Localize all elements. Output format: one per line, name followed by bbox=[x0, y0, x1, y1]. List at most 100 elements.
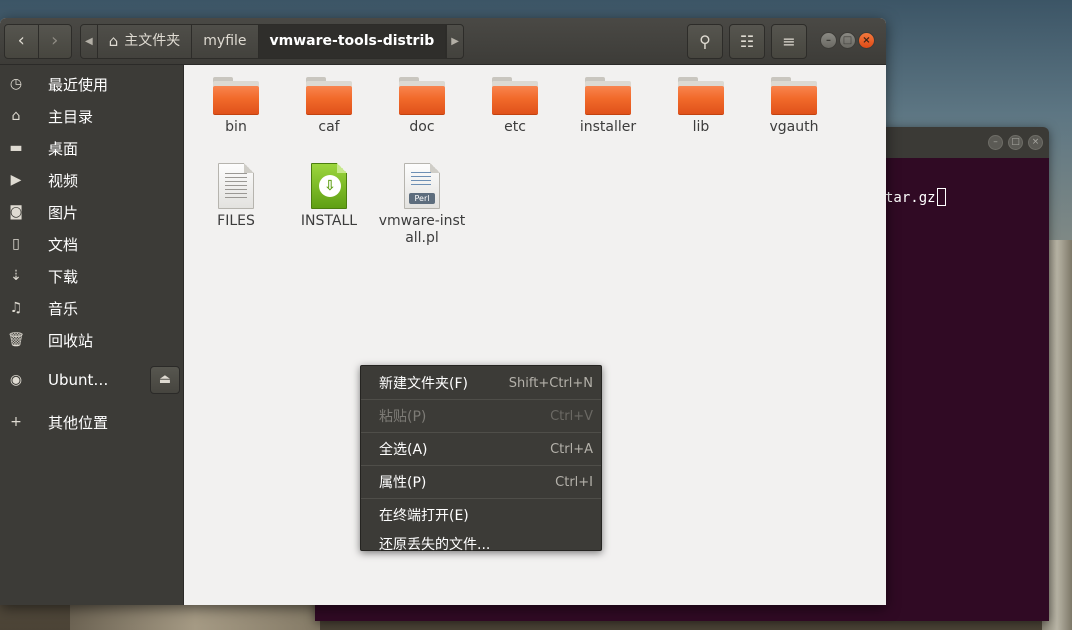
plus-icon: + bbox=[10, 414, 22, 430]
desktop-folder-icon: ▬ bbox=[9, 140, 23, 156]
forward-button[interactable]: › bbox=[37, 25, 72, 58]
chevron-left-icon: ‹ bbox=[17, 30, 25, 51]
breadcrumb: ◀ ⌂ 主文件夹 myfile vmware-tools-distrib ▶ bbox=[80, 24, 464, 59]
terminal-minimize-button[interactable]: – bbox=[988, 135, 1003, 150]
sidebar-item-label: Ubunt… bbox=[48, 371, 109, 389]
sidebar-item-label: 其他位置 bbox=[48, 413, 109, 432]
history-nav: ‹ › bbox=[4, 24, 72, 59]
file-name: bin bbox=[225, 119, 247, 135]
disc-icon: ◉ bbox=[9, 372, 23, 388]
download-arrow-icon: ⇩ bbox=[319, 175, 341, 197]
sidebar-item-other-locations[interactable]: + 其他位置 bbox=[0, 407, 184, 437]
sidebar-item-ubuntu-disc[interactable]: ◉ Ubunt… ⏏ bbox=[0, 365, 184, 395]
menu-item-properties[interactable]: 属性(P) Ctrl+I bbox=[361, 467, 601, 497]
clock-icon: ◷ bbox=[9, 76, 23, 92]
sidebar-item-documents[interactable]: ▯ 文档 bbox=[0, 229, 184, 259]
camera-icon: ◙ bbox=[9, 204, 23, 220]
sidebar-item-desktop[interactable]: ▬ 桌面 bbox=[0, 133, 184, 163]
menu-item-label: 还原丢失的文件... bbox=[379, 537, 491, 553]
sidebar-item-videos[interactable]: ▶ 视频 bbox=[0, 165, 184, 195]
breadcrumb-home[interactable]: ⌂ 主文件夹 bbox=[98, 25, 193, 58]
minimize-button[interactable]: – bbox=[820, 32, 837, 49]
file-item-etc[interactable]: etc bbox=[470, 77, 560, 136]
sidebar-item-label: 音乐 bbox=[48, 299, 79, 318]
search-button[interactable]: ⚲ bbox=[687, 24, 723, 59]
menu-item-label: 全选(A) bbox=[379, 442, 428, 458]
triangle-right-icon: ▶ bbox=[451, 36, 459, 47]
sidebar-item-label: 下载 bbox=[48, 267, 79, 286]
file-item-installer[interactable]: installer bbox=[563, 77, 653, 136]
file-item-doc[interactable]: doc bbox=[377, 77, 467, 136]
view-toggle-button[interactable]: ☷ bbox=[729, 24, 765, 59]
sidebar-item-music[interactable]: ♫ 音乐 bbox=[0, 293, 184, 323]
menu-item-label: 属性(P) bbox=[379, 475, 427, 491]
file-name: etc bbox=[504, 119, 526, 135]
pathbar-scroll-left-button[interactable]: ◀ bbox=[81, 25, 98, 58]
document-icon: ▯ bbox=[12, 236, 20, 252]
maximize-button[interactable]: □ bbox=[839, 32, 856, 49]
file-name: installer bbox=[579, 119, 637, 135]
file-item-files[interactable]: FILES bbox=[191, 163, 281, 230]
file-item-bin[interactable]: bin bbox=[191, 77, 281, 136]
menu-item-paste[interactable]: 粘贴(P) Ctrl+V bbox=[361, 401, 601, 431]
menu-item-restore-missing-files[interactable]: 还原丢失的文件... bbox=[361, 530, 601, 558]
menu-separator bbox=[361, 498, 601, 499]
home-icon: ⌂ bbox=[108, 32, 119, 50]
sidebar-item-trash[interactable]: 🗑 回收站 bbox=[0, 325, 184, 355]
terminal-maximize-button[interactable]: □ bbox=[1008, 135, 1023, 150]
menu-item-label: 粘贴(P) bbox=[379, 409, 427, 425]
breadcrumb-home-label: 主文件夹 bbox=[124, 33, 181, 49]
menu-item-new-folder[interactable]: 新建文件夹(F) Shift+Ctrl+N bbox=[361, 368, 601, 398]
sidebar-item-downloads[interactable]: ⇣ 下载 bbox=[0, 261, 184, 291]
folder-icon bbox=[771, 77, 817, 115]
menu-item-open-in-terminal[interactable]: 在终端打开(E) bbox=[361, 500, 601, 530]
terminal-line-text: tar.gz bbox=[885, 190, 936, 206]
home-icon: ⌂ bbox=[11, 108, 21, 124]
sidebar-item-recent[interactable]: ◷ 最近使用 bbox=[0, 69, 184, 99]
menu-item-label: 在终端打开(E) bbox=[379, 508, 469, 524]
terminal-cursor bbox=[936, 188, 946, 206]
sidebar-item-label: 最近使用 bbox=[48, 75, 109, 94]
file-name: INSTALL bbox=[300, 213, 358, 229]
places-sidebar: ◷ 最近使用 ⌂ 主目录 ▬ 桌面 ▶ 视频 ◙ 图片 ▯ 文档 ⇣ 下载 ♫ bbox=[0, 65, 184, 605]
sidebar-item-pictures[interactable]: ◙ 图片 bbox=[0, 197, 184, 227]
file-name: vmware-install.pl bbox=[378, 213, 466, 246]
breadcrumb-myfile[interactable]: myfile bbox=[192, 25, 259, 58]
triangle-left-icon: ◀ bbox=[85, 36, 93, 47]
file-item-install[interactable]: ⇩ INSTALL bbox=[284, 163, 374, 230]
file-item-caf[interactable]: caf bbox=[284, 77, 374, 136]
file-item-vgauth[interactable]: vgauth bbox=[749, 77, 839, 136]
install-file-icon: ⇩ bbox=[311, 163, 347, 209]
menu-item-shortcut: Shift+Ctrl+N bbox=[508, 375, 593, 391]
folder-icon bbox=[492, 77, 538, 115]
terminal-close-button[interactable]: × bbox=[1028, 135, 1043, 150]
breadcrumb-myfile-label: myfile bbox=[203, 33, 247, 49]
folder-icon bbox=[306, 77, 352, 115]
file-name: vgauth bbox=[769, 119, 819, 135]
sidebar-item-label: 文档 bbox=[48, 235, 79, 254]
menu-item-select-all[interactable]: 全选(A) Ctrl+A bbox=[361, 434, 601, 464]
menu-item-shortcut: Ctrl+V bbox=[550, 408, 593, 424]
back-button[interactable]: ‹ bbox=[5, 25, 38, 58]
music-icon: ♫ bbox=[9, 300, 23, 316]
menu-separator bbox=[361, 465, 601, 466]
view-toggle-icon: ☷ bbox=[739, 32, 755, 51]
menu-item-shortcut: Ctrl+A bbox=[550, 441, 593, 457]
eject-button[interactable]: ⏏ bbox=[150, 366, 180, 394]
menu-button[interactable]: ≡ bbox=[771, 24, 807, 59]
pathbar-scroll-right-button[interactable]: ▶ bbox=[446, 25, 463, 58]
file-manager-headerbar: ‹ › ◀ ⌂ 主文件夹 myfile vmware-tools-distrib… bbox=[0, 18, 886, 65]
desktop-wallpaper-ground bbox=[70, 604, 320, 630]
sidebar-item-home[interactable]: ⌂ 主目录 bbox=[0, 101, 184, 131]
eject-icon: ⏏ bbox=[158, 372, 172, 387]
sidebar-item-label: 视频 bbox=[48, 171, 79, 190]
file-name: caf bbox=[318, 119, 340, 135]
menu-separator bbox=[361, 399, 601, 400]
file-name: lib bbox=[692, 119, 710, 135]
file-item-vmware-install-pl[interactable]: Perl vmware-install.pl bbox=[377, 163, 467, 247]
breadcrumb-current-folder[interactable]: vmware-tools-distrib bbox=[258, 25, 447, 58]
menu-item-shortcut: Ctrl+I bbox=[555, 474, 593, 490]
context-menu: 新建文件夹(F) Shift+Ctrl+N 粘贴(P) Ctrl+V 全选(A)… bbox=[360, 365, 602, 553]
close-button[interactable]: × bbox=[858, 32, 875, 49]
file-item-lib[interactable]: lib bbox=[656, 77, 746, 136]
